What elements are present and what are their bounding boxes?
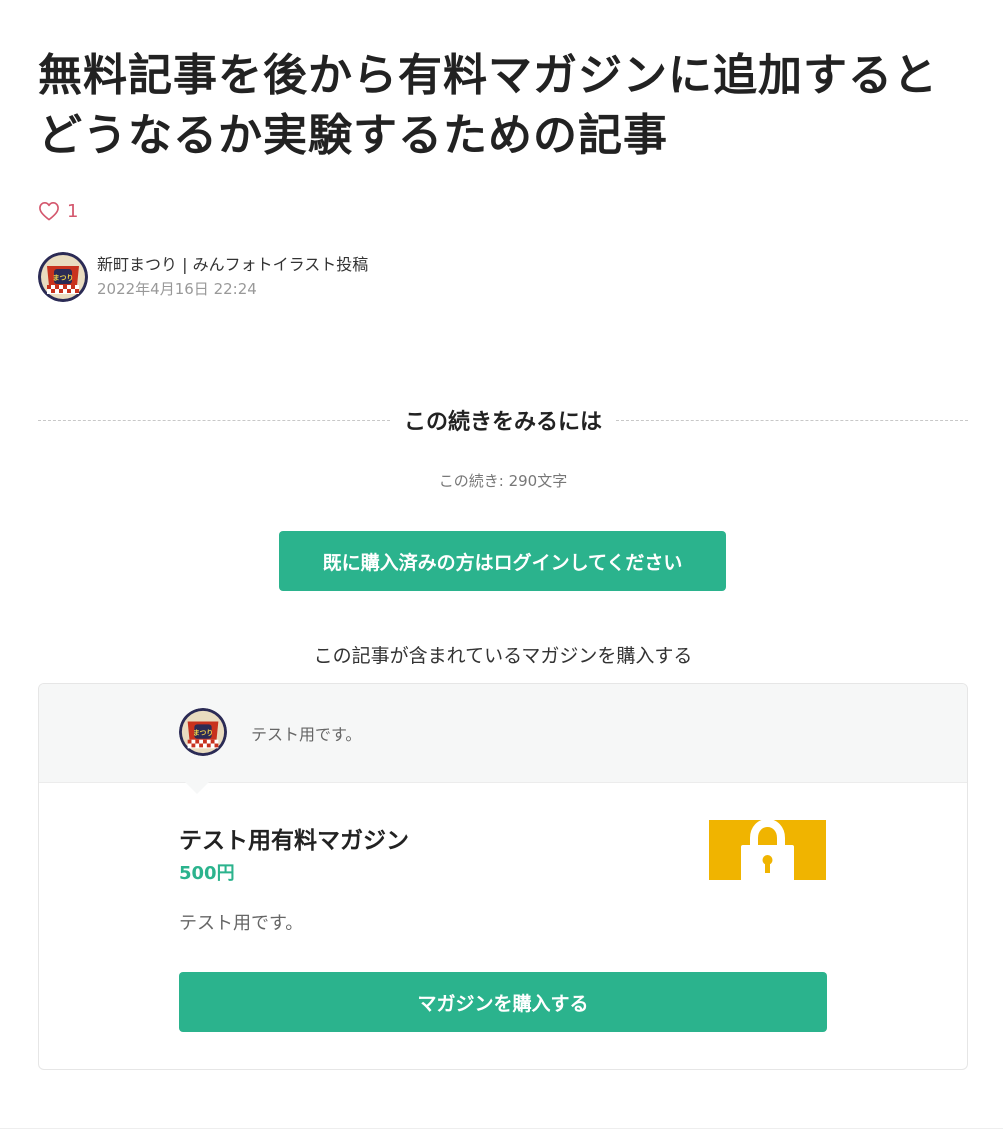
article-title: 無料記事を後から有料マガジンに追加するとどうなるか実験するための記事 [38, 50, 938, 161]
magazine-description: テスト用です。 [179, 913, 304, 934]
author-name[interactable]: 新町まつり | みんフォトイラスト投稿 [97, 253, 368, 277]
magazine-card-header: まつり テスト用です。 [39, 684, 967, 783]
magazine-title[interactable]: テスト用有料マガジン [179, 821, 409, 855]
remaining-count: この続き: 290文字 [438, 472, 568, 490]
header-pointer [185, 782, 209, 794]
magazine-header-text: テスト用です。 [251, 725, 362, 744]
magazine-owner-avatar-text: まつり [193, 728, 213, 737]
like-count: 1 [67, 200, 79, 222]
like-button[interactable]: 1 [38, 198, 78, 224]
lock-icon [741, 820, 794, 880]
heart-icon [38, 201, 60, 221]
magazine-card: まつり テスト用です。 テスト用有料マガジン 500円 テスト用です。 マガジン… [38, 683, 968, 1070]
magazine-lead: この記事が含まれているマガジンを購入する [313, 645, 693, 667]
author-avatar-text: まつり [53, 273, 74, 282]
divider-line-right [616, 419, 969, 421]
magazine-thumbnail[interactable] [709, 820, 826, 880]
magazine-price: 500円 [179, 863, 235, 884]
buy-magazine-button[interactable]: マガジンを購入する [179, 972, 827, 1032]
author-text: 新町まつり | みんフォトイラスト投稿 2022年4月16日 22:24 [97, 253, 368, 301]
author-info: まつり 新町まつり | みんフォトイラスト投稿 2022年4月16日 22:24 [38, 252, 368, 302]
paywall-heading: この続きをみるには [404, 410, 603, 435]
author-avatar[interactable]: まつり [38, 252, 88, 302]
magazine-owner-avatar[interactable]: まつり [179, 708, 227, 756]
publish-date: 2022年4月16日 22:24 [97, 280, 257, 298]
paywall-divider: この続きをみるには [38, 404, 969, 436]
divider-line-left [38, 419, 390, 421]
article-page: 無料記事を後から有料マガジンに追加するとどうなるか実験するための記事 1 まつり… [0, 0, 1003, 1131]
login-button[interactable]: 既に購入済みの方はログインしてください [279, 531, 726, 591]
bottom-divider [0, 1128, 1003, 1129]
